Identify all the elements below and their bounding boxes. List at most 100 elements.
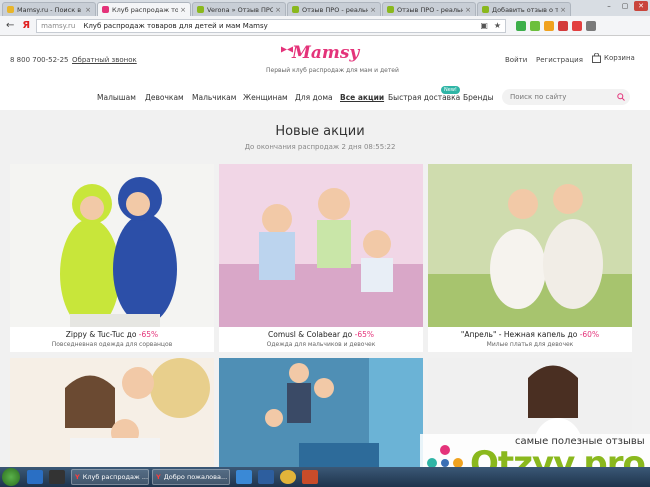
mamsy-logo[interactable]: Mamsy bbox=[292, 43, 359, 63]
yandex-browser-icon: Y bbox=[75, 473, 80, 481]
menu-icon[interactable] bbox=[586, 20, 597, 31]
extension-icon-2[interactable] bbox=[530, 20, 541, 31]
tab-label: Добавить отзыв о товар bbox=[492, 5, 558, 14]
maximize-button[interactable]: ▢ bbox=[618, 1, 632, 11]
card-subtitle: Одежда для мальчиков и девочек bbox=[266, 341, 376, 348]
browser-tab[interactable]: Клуб распродаж това× bbox=[97, 2, 191, 16]
nav-item[interactable]: Для дома bbox=[295, 93, 333, 102]
cart-label: Корзина bbox=[604, 54, 635, 62]
nav-item[interactable]: Бренды bbox=[463, 93, 494, 102]
tab-label: Mamsy.ru - Поиск в Go bbox=[17, 5, 83, 14]
promo-card-zippy[interactable]: Zippy & Tuc-Tuc до -65% Повседневная оде… bbox=[10, 164, 214, 352]
card-subtitle: Милые платья для девочек bbox=[486, 341, 574, 348]
promo-photo bbox=[10, 358, 214, 467]
nav-item[interactable]: Быстрая доставка bbox=[388, 93, 460, 102]
close-tab-icon[interactable]: × bbox=[180, 6, 186, 14]
close-tab-icon[interactable]: × bbox=[370, 6, 376, 14]
promo-content: Новые акции До окончания распродаж 2 дня… bbox=[0, 110, 650, 467]
search-input[interactable] bbox=[502, 89, 630, 105]
explorer-icon[interactable] bbox=[27, 470, 43, 484]
window-controls: – ▢ ✕ bbox=[602, 1, 648, 11]
taskbar-tasks: Y Клуб распродаж ... Y Добро пожалова... bbox=[68, 469, 230, 485]
promo-card-aprel[interactable]: "Апрель" - Нежная капель до -60% Милые п… bbox=[428, 164, 632, 352]
card-title: "Апрель" - Нежная капель до -60% bbox=[460, 330, 600, 339]
register-link[interactable]: Регистрация bbox=[536, 56, 583, 64]
task-label: Добро пожалова... bbox=[163, 473, 228, 481]
address-bar: ← Я mamsy.ru Клуб распродаж товаров для … bbox=[0, 16, 650, 36]
extension-icons bbox=[516, 20, 597, 31]
cart-button[interactable]: Корзина bbox=[592, 53, 635, 63]
yandex-logo[interactable]: Я bbox=[22, 20, 30, 31]
favicon-icon bbox=[197, 6, 204, 13]
nav-item[interactable]: Мальчикам bbox=[192, 93, 236, 102]
tagline: Первый клуб распродаж для мам и детей bbox=[266, 67, 399, 74]
nav-item[interactable]: Малышам bbox=[97, 93, 136, 102]
browser-tab[interactable]: Verona » Отзыв ПРО - р× bbox=[192, 2, 286, 16]
close-window-button[interactable]: ✕ bbox=[634, 1, 648, 11]
nav-item[interactable]: Женщинам bbox=[243, 93, 288, 102]
page-title: Новые акции bbox=[275, 124, 365, 139]
promo-photo bbox=[219, 164, 423, 327]
favicon-icon bbox=[482, 6, 489, 13]
taskbar-task[interactable]: Y Клуб распродаж ... bbox=[71, 469, 149, 485]
browser-tab[interactable]: Mamsy.ru - Поиск в Go× bbox=[2, 2, 96, 16]
promo-photo bbox=[428, 164, 632, 327]
url-page-title: Клуб распродаж товаров для детей и мам M… bbox=[83, 21, 268, 30]
countdown-text: До окончания распродаж 2 дня 08:55:22 bbox=[244, 143, 396, 151]
extension-icon-3[interactable] bbox=[558, 20, 569, 31]
app-icon[interactable] bbox=[302, 470, 318, 484]
browser-tab[interactable]: Добавить отзыв о товар× bbox=[477, 2, 571, 16]
promo-card-4[interactable] bbox=[10, 358, 214, 467]
callback-link[interactable]: Обратный звонок bbox=[72, 56, 137, 64]
promo-photo bbox=[219, 358, 423, 467]
favicon-icon bbox=[7, 6, 14, 13]
phone-number: 8 800 700-52-25 bbox=[10, 56, 69, 64]
url-host: mamsy.ru bbox=[41, 21, 76, 30]
copy-icon[interactable]: ▣ bbox=[480, 21, 488, 30]
download-icon[interactable] bbox=[544, 20, 555, 31]
search-icon[interactable] bbox=[617, 93, 625, 101]
promo-card-5[interactable] bbox=[219, 358, 423, 467]
nav-item[interactable]: Все акции bbox=[340, 93, 384, 102]
tab-label: Verona » Отзыв ПРО - р bbox=[207, 5, 273, 14]
start-button[interactable] bbox=[2, 468, 20, 486]
promo-card-comusl[interactable]: Comusl & Colabear до -65% Одежда для мал… bbox=[219, 164, 423, 352]
task-label: Клуб распродаж ... bbox=[82, 473, 149, 481]
browser-tab[interactable]: Отзыв ПРО - реальные× bbox=[382, 2, 476, 16]
new-badge: New! bbox=[441, 86, 460, 94]
ie-icon[interactable] bbox=[236, 470, 252, 484]
promo-photo bbox=[10, 164, 214, 327]
card-title: Zippy & Tuc-Tuc до -65% bbox=[65, 330, 159, 339]
close-tab-icon[interactable]: × bbox=[275, 6, 281, 14]
shopping-bag-icon bbox=[592, 53, 601, 63]
favicon-icon bbox=[102, 6, 109, 13]
main-nav: Малышам Девочкам Мальчикам Женщинам Для дома… bbox=[0, 86, 650, 108]
minimize-button[interactable]: – bbox=[602, 1, 616, 11]
tab-label: Отзыв ПРО - реальные bbox=[397, 5, 463, 14]
taskbar-task[interactable]: Y Добро пожалова... bbox=[152, 469, 230, 485]
favicon-icon bbox=[292, 6, 299, 13]
close-tab-icon[interactable]: × bbox=[560, 6, 566, 14]
tab-label: Отзыв ПРО - реальные bbox=[302, 5, 368, 14]
extension-icon-4[interactable] bbox=[572, 20, 583, 31]
url-input[interactable]: mamsy.ru Клуб распродаж товаров для дете… bbox=[36, 18, 507, 33]
browser-tab[interactable]: Отзыв ПРО - реальные× bbox=[287, 2, 381, 16]
tab-label: Клуб распродаж това bbox=[112, 5, 179, 14]
close-tab-icon[interactable]: × bbox=[85, 6, 91, 14]
yandex-browser-icon: Y bbox=[156, 473, 161, 481]
media-icon[interactable] bbox=[49, 470, 65, 484]
login-link[interactable]: Войти bbox=[505, 56, 527, 64]
star-icon[interactable]: ★ bbox=[494, 21, 501, 30]
back-arrow-icon[interactable]: ← bbox=[6, 20, 14, 31]
browser-tabbar: Mamsy.ru - Поиск в Go×Клуб распродаж тов… bbox=[0, 0, 650, 16]
windows-taskbar: Y Клуб распродаж ... Y Добро пожалова... bbox=[0, 467, 650, 487]
folder-icon[interactable] bbox=[258, 470, 274, 484]
close-tab-icon[interactable]: × bbox=[465, 6, 471, 14]
site-header: 8 800 700-52-25 Обратный звонок Mamsy Пе… bbox=[0, 37, 650, 83]
card-subtitle: Повседневная одежда для сорванцов bbox=[51, 341, 173, 348]
tab-strip: Mamsy.ru - Поиск в Go×Клуб распродаж тов… bbox=[2, 2, 572, 16]
chrome-icon[interactable] bbox=[280, 470, 296, 484]
favicon-icon bbox=[387, 6, 394, 13]
nav-item[interactable]: Девочкам bbox=[145, 93, 184, 102]
extension-icon-1[interactable] bbox=[516, 20, 527, 31]
